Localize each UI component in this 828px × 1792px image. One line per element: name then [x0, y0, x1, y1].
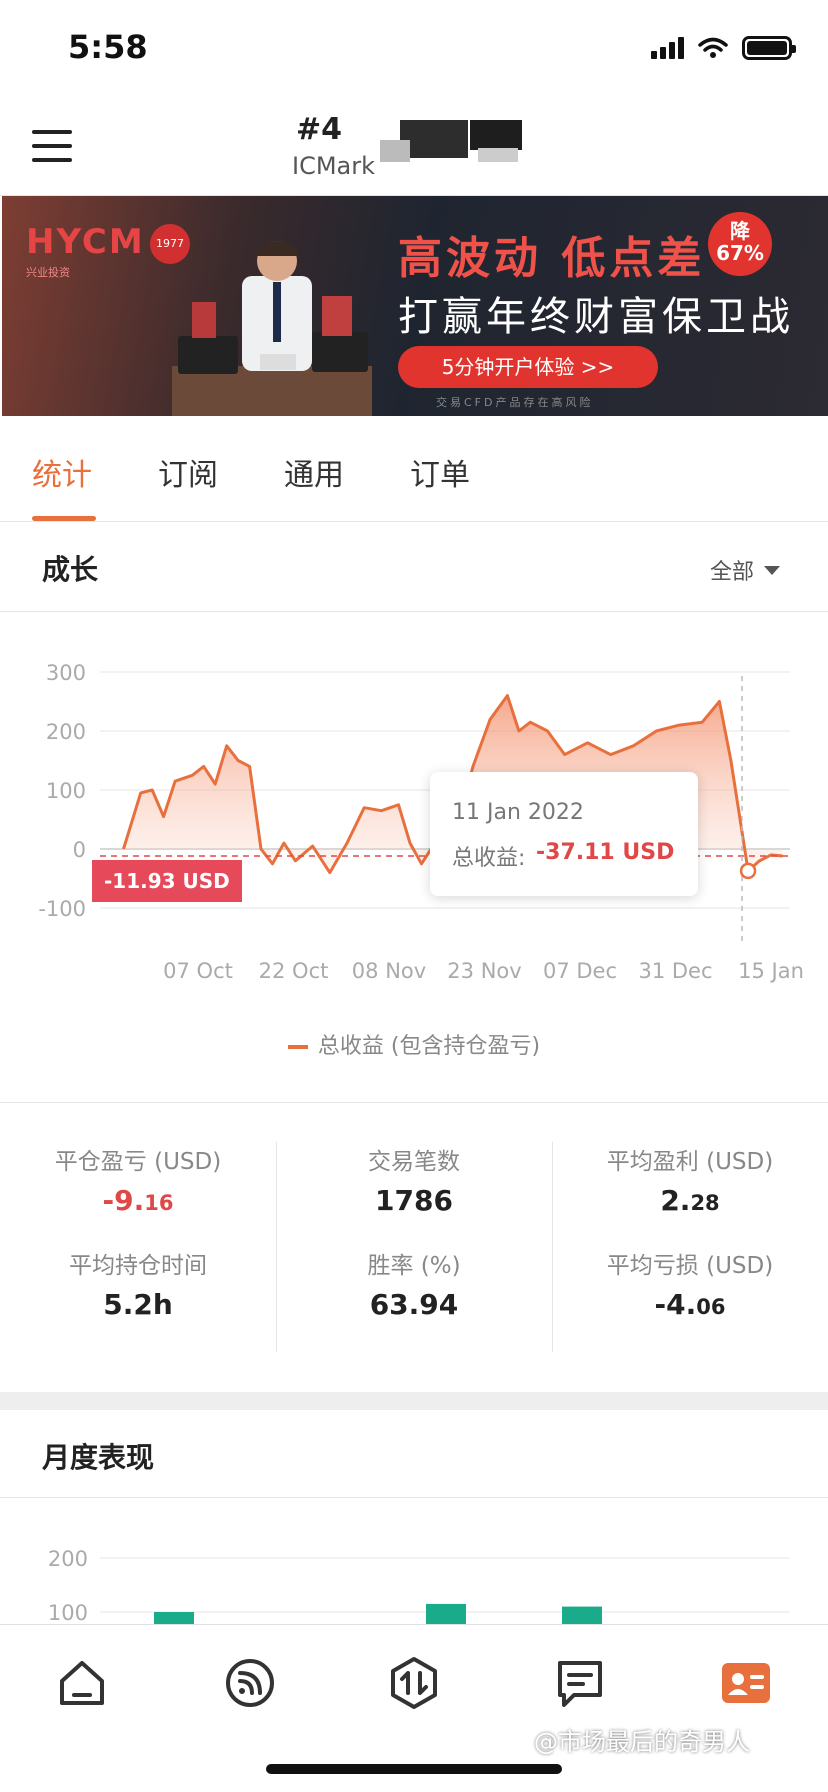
open-account-button[interactable]: 5分钟开户体验 >>	[398, 346, 658, 388]
tooltip-label: 总收益:	[452, 846, 526, 871]
status-icons	[651, 36, 796, 60]
badge-bottom: 67%	[716, 241, 764, 265]
banner-logo-sub: 兴业投资	[26, 266, 70, 279]
status-time: 5:58	[68, 28, 148, 66]
x-tick-label: 23 Nov	[447, 959, 521, 983]
monthly-chart-svg: 200 100	[48, 1547, 790, 1624]
stat-avg-profit: 平均盈利 (USD) 2.28	[552, 1142, 828, 1217]
home-icon[interactable]	[54, 1655, 110, 1711]
discount-badge: 降 67%	[708, 212, 772, 276]
tab-orders[interactable]: 订单	[410, 450, 470, 494]
businessman-illustration	[172, 241, 372, 416]
stat-value: 5.2h	[103, 1288, 173, 1321]
wifi-icon	[698, 37, 728, 58]
stat-label: 平均持仓时间	[69, 1253, 207, 1279]
stat-label: 平均亏损 (USD)	[606, 1253, 774, 1279]
chart-legend[interactable]: 总收益 (包含持仓盈亏)	[0, 1028, 828, 1060]
stat-closed-pnl: 平仓盈亏 (USD) -9.16	[0, 1142, 276, 1217]
growth-title: 成长	[42, 553, 99, 586]
redacted-block	[380, 140, 410, 162]
stat-value: 2.28	[660, 1184, 720, 1217]
period-filter[interactable]: 全部	[710, 554, 780, 586]
stat-label: 平均盈利 (USD)	[606, 1149, 774, 1175]
stat-value: 1786	[375, 1184, 453, 1217]
watermark-text: @市场最后的奇男人	[534, 1728, 750, 1756]
badge-top: 降	[730, 219, 750, 243]
stat-label: 交易笔数	[368, 1149, 460, 1175]
profile-icon[interactable]	[718, 1655, 774, 1711]
monthly-header: 月度表现	[0, 1410, 828, 1498]
current-value-tag: -11.93 USD	[92, 860, 242, 902]
x-tick-label: 15 Jan	[738, 959, 804, 983]
stat-value: -9.16	[102, 1184, 174, 1217]
stat-avg-loss: 平均亏损 (USD) -4.06	[552, 1246, 828, 1321]
x-tick-label: 07 Dec	[543, 959, 617, 983]
x-tick-label: 22 Oct	[259, 959, 329, 983]
cellular-signal-icon	[651, 37, 684, 59]
stat-value: -4.06	[654, 1288, 726, 1321]
account-name: ICMark	[292, 152, 376, 180]
period-filter-label: 全部	[709, 560, 754, 585]
monthly-bar	[154, 1612, 194, 1624]
trade-icon[interactable]	[386, 1655, 442, 1711]
stat-value: 63.94	[369, 1288, 459, 1321]
stat-win-rate: 胜率 (%) 63.94	[276, 1246, 552, 1321]
legend-swatch	[287, 1045, 308, 1049]
y-tick-label: 200	[48, 1547, 88, 1571]
stat-avg-hold-time: 平均持仓时间 5.2h	[0, 1246, 276, 1321]
y-tick-label: -100	[38, 897, 86, 921]
stat-trade-count: 交易笔数 1786	[276, 1142, 552, 1217]
tab-general[interactable]: 通用	[284, 450, 344, 494]
y-tick-label: 100	[48, 1601, 88, 1624]
home-indicator	[266, 1764, 562, 1774]
highlight-point	[739, 862, 757, 880]
banner-subtitle: 打赢年终财富保卫战	[398, 294, 794, 340]
monthly-title: 月度表现	[42, 1441, 155, 1474]
monthly-bar	[426, 1603, 466, 1624]
battery-icon	[742, 36, 796, 60]
redacted-block	[478, 148, 518, 162]
y-tick-label: 0	[73, 838, 86, 862]
x-tick-label: 08 Nov	[352, 959, 426, 983]
banner-title: 高波动 低点差	[398, 233, 706, 284]
promo-banner[interactable]: HYCM 兴业投资 1977 高波动 低点差 打赢年终财富保卫战 降 67% 5…	[2, 196, 828, 416]
risk-disclaimer: 交易CFD产品存在高风险	[436, 396, 594, 409]
stat-label: 胜率 (%)	[367, 1253, 461, 1279]
app-header: #4 ICMark	[0, 100, 828, 196]
tab-bar: 统计 订阅 通用 订单	[0, 416, 828, 522]
chart-tooltip: 11 Jan 2022 总收益: -37.11 USD	[430, 772, 698, 896]
growth-chart-svg: 300 200 100 0 -100 07 Oct 22 Oct 08 Nov 23 Nov 07…	[38, 661, 804, 983]
status-bar: 5:58	[0, 0, 828, 100]
y-tick-label: 200	[46, 720, 86, 744]
redacted-block	[470, 120, 522, 150]
redacted-block	[400, 120, 468, 158]
legend-label: 总收益 (包含持仓盈亏)	[317, 1034, 541, 1059]
x-tick-label: 07 Oct	[163, 959, 233, 983]
monthly-bar	[562, 1606, 602, 1624]
tab-subscribe[interactable]: 订阅	[158, 450, 218, 494]
message-icon[interactable]	[552, 1655, 608, 1711]
monthly-chart[interactable]: 200 100	[0, 1498, 828, 1624]
tooltip-value: -37.11 USD	[536, 840, 675, 865]
x-tick-label: 31 Dec	[638, 959, 712, 983]
y-tick-label: 300	[46, 661, 86, 685]
menu-icon[interactable]	[32, 128, 76, 164]
stat-label: 平仓盈亏 (USD)	[54, 1149, 222, 1175]
tab-statistics[interactable]: 统计	[32, 450, 92, 494]
feed-icon[interactable]	[222, 1655, 278, 1711]
growth-header: 成长 全部	[0, 522, 828, 612]
active-tab-indicator	[32, 516, 96, 521]
tooltip-date: 11 Jan 2022	[452, 800, 584, 825]
account-rank: #4	[296, 112, 343, 147]
banner-logo: HYCM	[26, 222, 145, 262]
y-tick-label: 100	[46, 779, 86, 803]
caret-down-icon	[764, 565, 780, 575]
section-separator	[0, 1392, 828, 1410]
